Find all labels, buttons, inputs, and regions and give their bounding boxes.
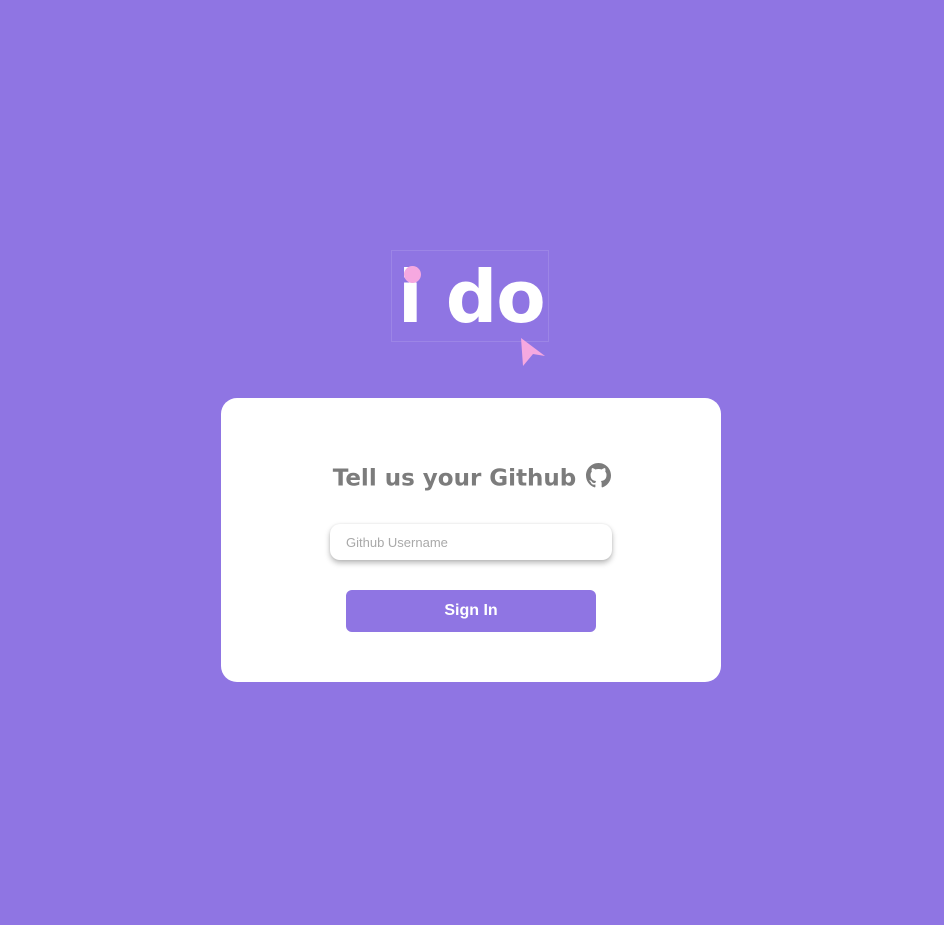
login-title: Tell us your Github <box>0 462 944 495</box>
logo-dot <box>404 266 421 283</box>
app-logo: i do <box>391 250 549 342</box>
login-page: i do Tell us your Github Sign In <box>0 0 944 925</box>
sign-in-button[interactable]: Sign In <box>346 590 596 632</box>
logo-text: i do <box>398 255 546 339</box>
cursor-arrow-icon <box>521 338 545 366</box>
login-title-text: Tell us your Github <box>332 465 577 492</box>
github-icon <box>586 463 612 488</box>
github-username-input[interactable] <box>330 524 612 560</box>
